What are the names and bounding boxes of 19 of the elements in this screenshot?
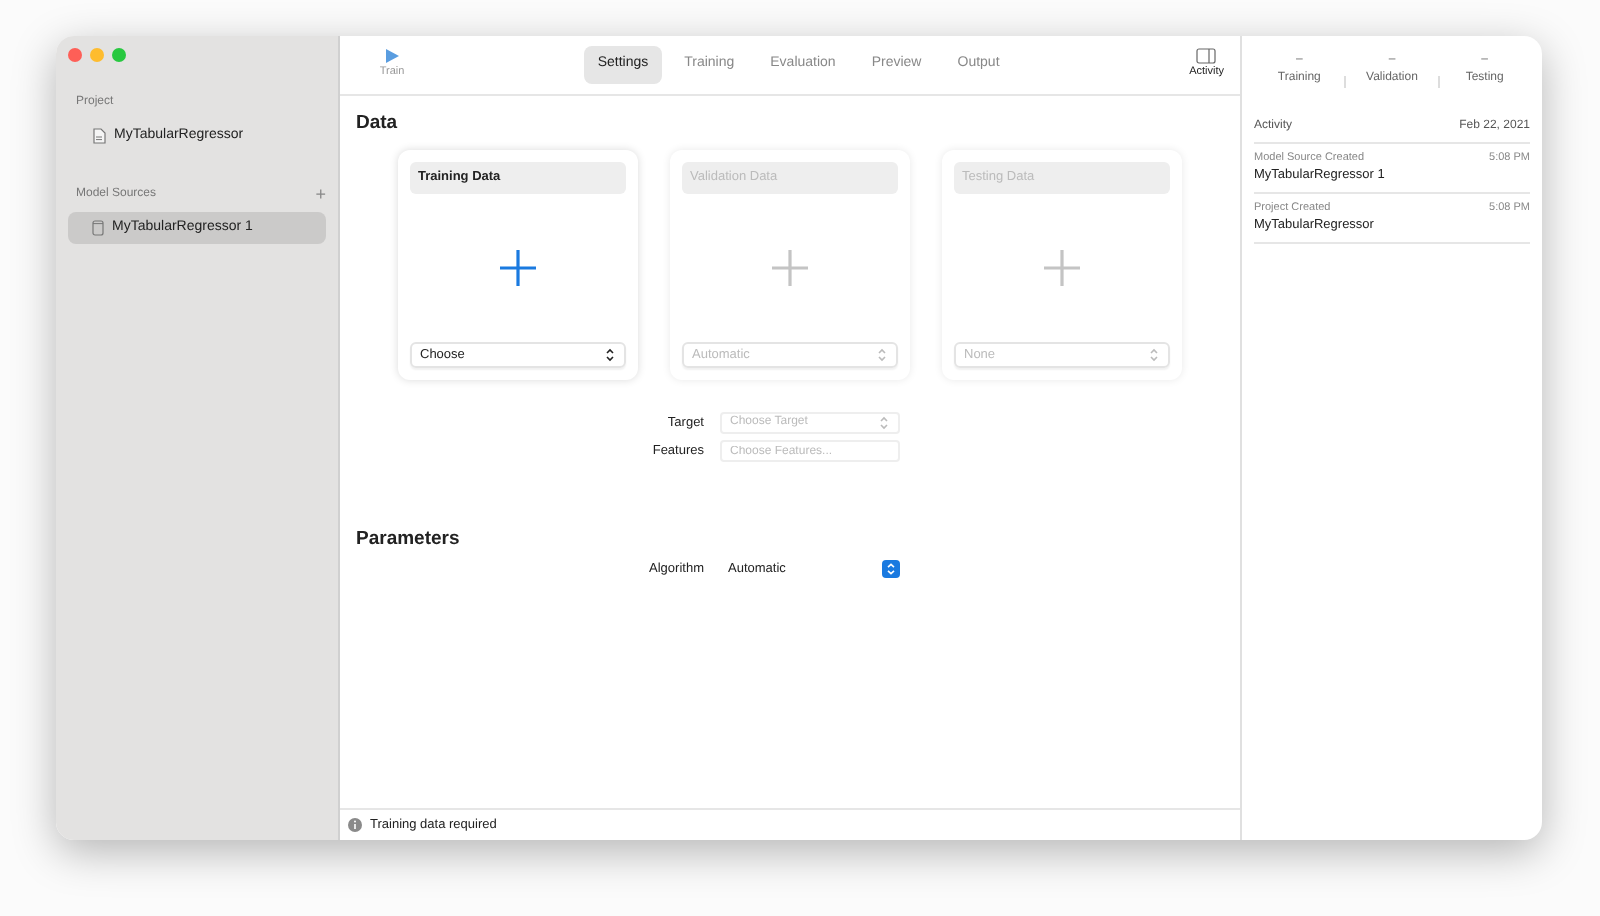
plus-icon[interactable] bbox=[500, 249, 536, 286]
zoom-button[interactable] bbox=[112, 48, 126, 62]
plus-icon bbox=[772, 249, 808, 286]
info-icon bbox=[348, 818, 362, 832]
cylinder-icon bbox=[92, 219, 104, 236]
chevrons-icon bbox=[1148, 346, 1160, 365]
plus-icon bbox=[1044, 249, 1080, 286]
minimize-button[interactable] bbox=[90, 48, 104, 62]
sidebar-panel-icon bbox=[1196, 48, 1217, 65]
section-title: Parameters bbox=[356, 528, 462, 552]
chevrons-icon bbox=[882, 560, 900, 579]
play-icon bbox=[384, 48, 400, 65]
chevrons-icon bbox=[876, 346, 888, 365]
close-button[interactable] bbox=[68, 48, 82, 62]
chevrons-icon bbox=[604, 346, 616, 365]
add-button[interactable]: + bbox=[315, 185, 326, 203]
chevrons-icon bbox=[878, 414, 890, 433]
document-icon bbox=[92, 128, 106, 145]
section-title: Data bbox=[356, 112, 400, 135]
